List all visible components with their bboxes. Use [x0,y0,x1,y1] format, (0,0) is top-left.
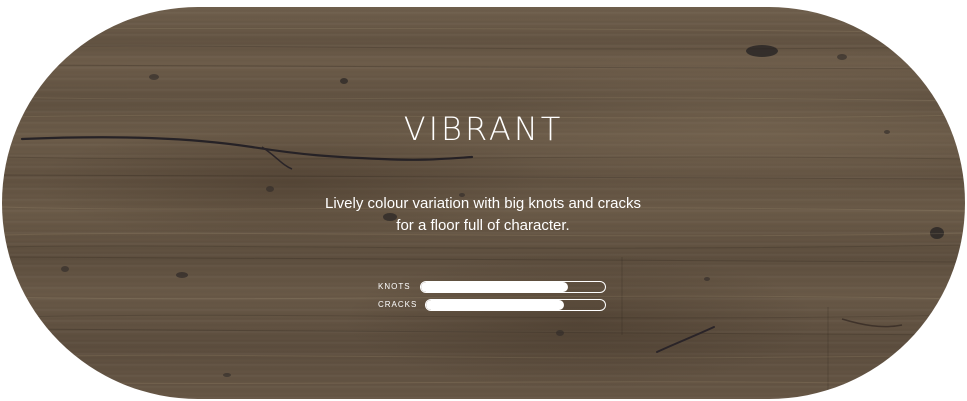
meter-track-cracks [425,299,606,311]
meter-label-knots: KNOTS [378,282,411,291]
meter-label-cracks: CRACKS [378,300,418,309]
meter-fill-cracks [426,300,564,310]
product-description: Lively colour variation with big knots a… [283,193,683,237]
meter-cracks: CRACKS [374,298,614,313]
product-title: VIBRANT [403,110,564,148]
meter-track-knots [420,281,606,293]
description-line-1: Lively colour variation with big knots a… [325,195,641,212]
meter-fill-knots [421,282,569,292]
character-meters: KNOTS CRACKS [374,280,614,316]
description-line-2: for a floor full of character. [396,217,570,234]
stage: VIBRANT Lively colour variation with big… [0,0,967,401]
meter-knots: KNOTS [374,280,614,295]
